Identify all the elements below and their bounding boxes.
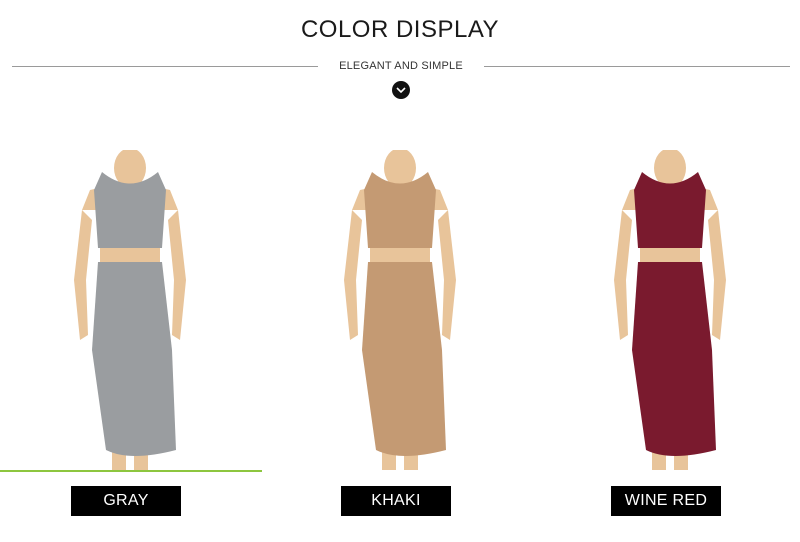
mannequin-image-wine-red: [614, 150, 726, 470]
mannequin-image-khaki: [344, 150, 456, 470]
color-label-gray: GRAY: [71, 486, 181, 516]
product-khaki[interactable]: KHAKI: [270, 150, 530, 516]
color-label-wine-red: WINE RED: [611, 486, 721, 516]
product-gray[interactable]: GRAY: [0, 150, 260, 516]
mannequin-image-gray: [74, 150, 186, 470]
chevron-down-icon[interactable]: [392, 81, 410, 99]
title-divider-left: [12, 66, 318, 67]
product-wine-red[interactable]: WINE RED: [540, 150, 800, 516]
title-divider-right: [484, 66, 790, 67]
page-subtitle: ELEGANT AND SIMPLE: [339, 60, 463, 72]
page-title: COLOR DISPLAY: [300, 16, 500, 43]
color-label-khaki: KHAKI: [341, 486, 451, 516]
